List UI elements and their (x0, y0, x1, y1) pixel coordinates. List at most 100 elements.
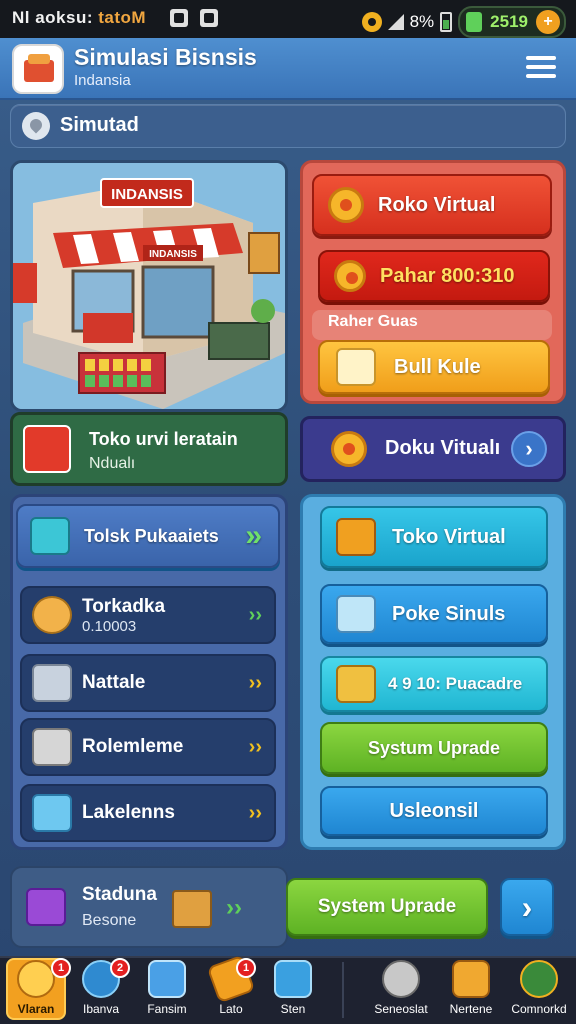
money-bag-icon (32, 596, 72, 634)
gear-icon (328, 187, 364, 223)
bull-kule-label: Bull Kule (394, 355, 481, 378)
system-upgrade-label-small: Systum Uprade (367, 737, 501, 758)
item-name: Torkadka (82, 595, 166, 617)
disc-icon (382, 960, 420, 998)
awning-sign-text: INDANSIS (149, 249, 197, 260)
nav-item-sten[interactable]: Sten (262, 960, 324, 1020)
boxes-icon (336, 665, 376, 703)
notification-badge: 2 (110, 958, 130, 978)
task-header-button[interactable]: Tolsk Pukaaiets » (16, 504, 280, 568)
notification-badge: 1 (51, 958, 71, 978)
nav-item-comnorkd[interactable]: Comnorkd (508, 960, 570, 1020)
nav-item-fansim[interactable]: Fansim (136, 960, 198, 1020)
doku-virtual-label: Doku Vitualı (385, 437, 501, 459)
alarm-clock-icon (17, 960, 55, 998)
task-header-label: Tolsk Pukaaiets (84, 525, 219, 546)
purchase-label: 4 9 10: Puacadre (388, 674, 523, 693)
coin-balance[interactable]: 2519 + (458, 6, 566, 38)
shopping-cart-icon (336, 518, 376, 556)
gear-icon-small (334, 260, 366, 292)
document-icon (274, 960, 312, 998)
chevron-right-icon: › (521, 888, 533, 925)
carrier-accent-text: tatoM (98, 8, 147, 27)
store-info-card[interactable]: Toko urvi leratain Ndualı (10, 412, 288, 486)
pahar-label: Pahar 800:310 (380, 264, 515, 287)
nav-label: Nertene (449, 1002, 493, 1016)
box-icon (32, 664, 72, 702)
usleonsil-label: Usleonsil (389, 799, 479, 822)
battery-percent: 8% (409, 12, 435, 31)
store-building-image: INDANSIS INDANSIS (13, 163, 285, 409)
list-item[interactable]: Nattale ›› (20, 654, 276, 712)
nav-item-ibanva[interactable]: Ibanva 2 (70, 958, 132, 1020)
package-icon (32, 728, 72, 766)
notification-icon-2 (200, 9, 218, 27)
hamburger-menu-icon[interactable] (526, 56, 556, 82)
nav-label: Seneoslat (374, 1002, 428, 1016)
command-icon (520, 960, 558, 998)
forward-arrows-icon: ›› (226, 894, 242, 921)
forward-arrows-icon: ›› (248, 604, 262, 626)
forward-arrows-icon: ›› (248, 736, 262, 758)
nav-item-lato[interactable]: Lato 1 (200, 954, 262, 1020)
purple-cart-icon (26, 888, 66, 926)
add-coins-button[interactable]: + (536, 10, 560, 34)
gear-icon-purple (331, 431, 367, 467)
system-upgrade-label: System Uprade (317, 896, 457, 917)
item-sub: 0.10003 (82, 617, 137, 635)
status-bar: Nl aoksu: tatoM 8% 2519 + (0, 0, 576, 38)
roko-virtual-button[interactable]: Roko Virtual (312, 174, 552, 236)
storage-box-icon (336, 595, 376, 633)
forward-arrows-icon: ›› (248, 802, 262, 824)
nav-label: Vlaran (17, 1002, 55, 1016)
status-carrier: Nl aoksu: tatoM (12, 8, 146, 28)
item-name: Rolemleme (82, 736, 184, 757)
nav-label: Sten (280, 1002, 306, 1016)
carrier-text: Nl aoksu: (12, 8, 94, 27)
nav-label: Fansim (147, 1002, 187, 1016)
store-note-subtitle: Ndualı (89, 455, 136, 472)
item-name: Lakelenns (82, 802, 175, 823)
usleonsil-button[interactable]: Usleonsil (320, 786, 548, 836)
notification-badge: 1 (236, 958, 256, 978)
nav-item-seneoslat[interactable]: Seneoslat (370, 960, 432, 1020)
list-item[interactable]: Torkadka 0.10003 ›› (20, 586, 276, 644)
bull-kule-button[interactable]: Bull Kule (318, 340, 550, 394)
poke-sinuls-label: Poke Sinuls (392, 602, 506, 625)
double-arrow-icon: » (245, 519, 262, 552)
chevron-right-icon[interactable]: › (511, 431, 547, 467)
next-button[interactable]: › (500, 878, 554, 936)
system-upgrade-button[interactable]: System Uprade (286, 878, 488, 936)
signal-icon (387, 14, 404, 30)
app-logo (12, 44, 64, 94)
list-item[interactable]: Lakelenns ›› (20, 784, 276, 842)
stadium-subtitle: Besone (82, 912, 137, 929)
settings-gear-icon (361, 12, 382, 32)
crate-icon (32, 794, 72, 832)
cart-icon (30, 517, 70, 555)
nav-item-nertene[interactable]: Nertene (440, 960, 502, 1020)
nav-item-vlaran[interactable]: Vlaran 1 (5, 958, 71, 1020)
doku-virtual-bar[interactable]: Doku Vitualı › (300, 416, 566, 482)
coin-stack-icon (336, 348, 376, 386)
nav-label: Lato (219, 1002, 243, 1016)
section-label: Raher Guas (328, 313, 418, 330)
mail-icon (148, 960, 186, 998)
system-upgrade-button-small[interactable]: Systum Uprade (320, 722, 548, 774)
store-illustration: INDANSIS INDANSIS (10, 160, 288, 412)
status-right: 8% 2519 + (361, 6, 566, 38)
nav-divider (342, 962, 344, 1018)
poke-sinuls-button[interactable]: Poke Sinuls (320, 584, 548, 644)
list-item[interactable]: Rolemleme ›› (20, 718, 276, 776)
toko-virtual-button[interactable]: Toko Virtual (320, 506, 548, 568)
store-sign-text: INDANSIS (111, 186, 183, 203)
battery-icon (440, 12, 453, 32)
breadcrumb-label: Simutad (60, 114, 139, 136)
list-icon (452, 960, 490, 998)
stadium-card[interactable]: Staduna Besone ›› (10, 866, 288, 948)
gem-icon (466, 12, 483, 32)
pahar-button[interactable]: Pahar 800:310 (318, 250, 550, 302)
roko-virtual-label: Roko Virtual (378, 193, 496, 216)
toko-virtual-label: Toko Virtual (392, 525, 506, 548)
purchase-button[interactable]: 4 9 10: Puacadre (320, 656, 548, 712)
